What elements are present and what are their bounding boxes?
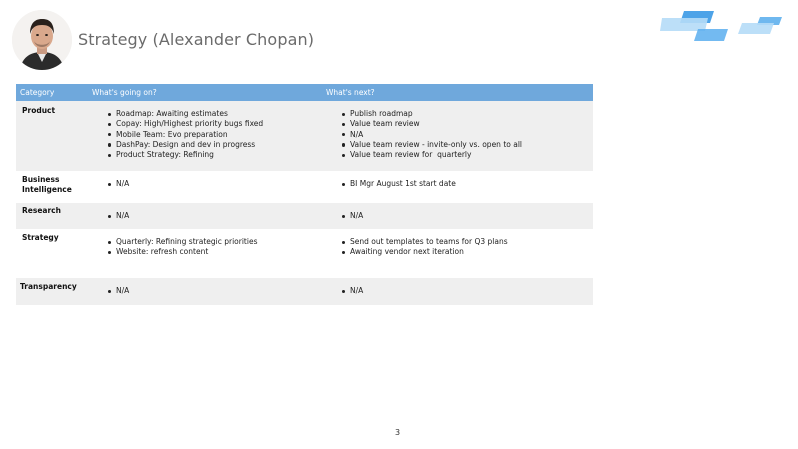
next-list: N/A bbox=[341, 286, 363, 296]
going-on-list: Quarterly: Refining strategic priorities… bbox=[107, 237, 257, 258]
row-category: Strategy bbox=[22, 233, 59, 242]
column-header-going-on: What's going on? bbox=[92, 88, 157, 97]
list-item: Awaiting vendor next iteration bbox=[341, 247, 508, 257]
list-item: N/A bbox=[107, 286, 129, 296]
table-row: Product Roadmap: Awaiting estimates Copa… bbox=[16, 101, 593, 171]
list-item: N/A bbox=[107, 179, 129, 189]
table-row: Strategy Quarterly: Refining strategic p… bbox=[16, 229, 593, 278]
list-item: Value team review for quarterly bbox=[341, 150, 522, 160]
list-item: Value team review bbox=[341, 119, 522, 129]
avatar bbox=[12, 10, 72, 70]
row-category: Product bbox=[22, 106, 56, 115]
blue-parallelogram-logo-icon bbox=[660, 11, 782, 41]
list-item: Product Strategy: Refining bbox=[107, 150, 263, 160]
going-on-list: N/A bbox=[107, 211, 129, 221]
going-on-list: N/A bbox=[107, 179, 129, 189]
list-item: N/A bbox=[341, 211, 363, 221]
list-item: Mobile Team: Evo preparation bbox=[107, 130, 263, 140]
next-list: Send out templates to teams for Q3 plans… bbox=[341, 237, 508, 258]
page-title: Strategy (Alexander Chopan) bbox=[78, 30, 315, 49]
row-category: Research bbox=[22, 206, 61, 215]
list-item: N/A bbox=[341, 130, 522, 140]
status-table: Category What's going on? What's next? P… bbox=[16, 84, 593, 305]
going-on-list: N/A bbox=[107, 286, 129, 296]
list-item: N/A bbox=[341, 286, 363, 296]
table-row: Business Intelligence N/A BI Mgr August … bbox=[16, 171, 593, 203]
list-item: DashPay: Design and dev in progress bbox=[107, 140, 263, 150]
table-row: Transparency N/A N/A bbox=[16, 278, 593, 305]
list-item: Send out templates to teams for Q3 plans bbox=[341, 237, 508, 247]
list-item: Copay: High/Highest priority bugs fixed bbox=[107, 119, 263, 129]
next-list: Publish roadmap Value team review N/A Va… bbox=[341, 109, 522, 160]
next-list: BI Mgr August 1st start date bbox=[341, 179, 456, 189]
table-row: Research N/A N/A bbox=[16, 203, 593, 229]
next-list: N/A bbox=[341, 211, 363, 221]
page-number: 3 bbox=[395, 428, 401, 437]
row-category: Transparency bbox=[20, 282, 77, 291]
table-header: Category What's going on? What's next? bbox=[16, 84, 593, 101]
list-item: N/A bbox=[107, 211, 129, 221]
list-item: Publish roadmap bbox=[341, 109, 522, 119]
column-header-category: Category bbox=[20, 88, 55, 97]
list-item: Roadmap: Awaiting estimates bbox=[107, 109, 263, 119]
column-header-next: What's next? bbox=[326, 88, 375, 97]
portrait-photo-icon bbox=[12, 10, 72, 70]
going-on-list: Roadmap: Awaiting estimates Copay: High/… bbox=[107, 109, 263, 160]
list-item: BI Mgr August 1st start date bbox=[341, 179, 456, 189]
list-item: Website: refresh content bbox=[107, 247, 257, 257]
list-item: Value team review - invite-only vs. open… bbox=[341, 140, 522, 150]
row-category: Business Intelligence bbox=[22, 175, 72, 194]
list-item: Quarterly: Refining strategic priorities bbox=[107, 237, 257, 247]
